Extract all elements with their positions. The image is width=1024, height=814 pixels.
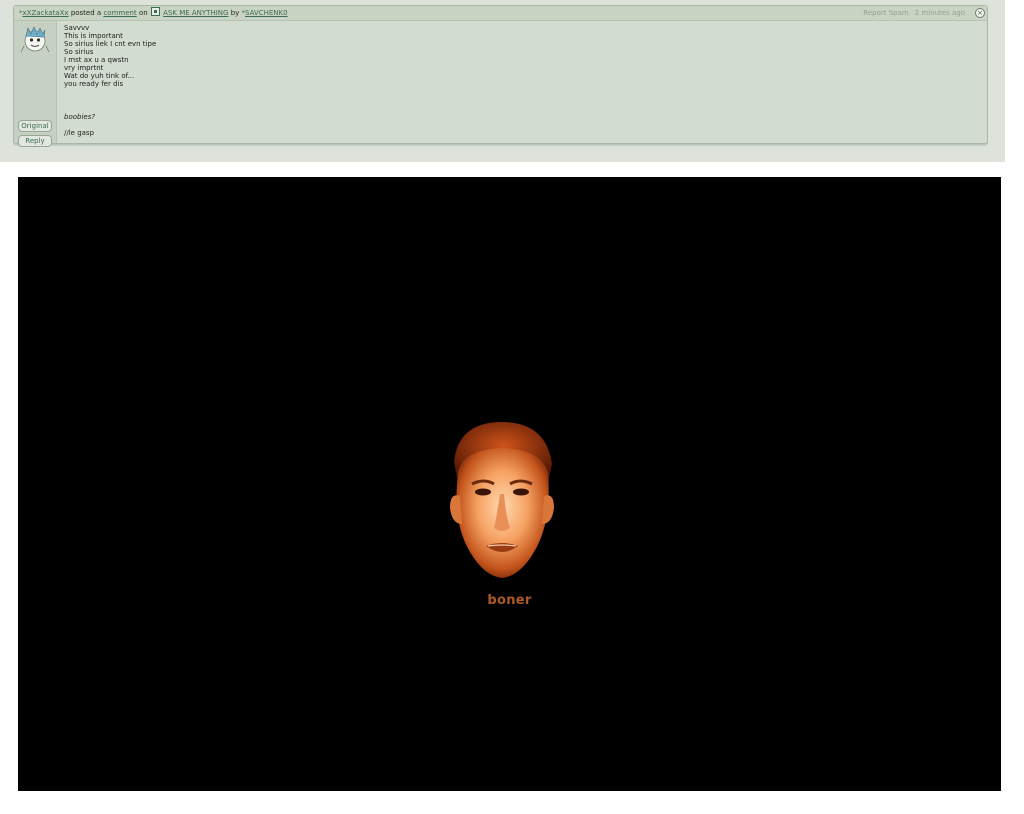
owner-link[interactable]: SAVCHENK0 bbox=[245, 9, 288, 17]
reply-button[interactable]: Reply bbox=[18, 135, 52, 147]
comment-box: *xXZackataXx posted a comment on ASK ME … bbox=[13, 5, 988, 147]
deviation-icon[interactable] bbox=[150, 7, 160, 16]
comment-body: Savvvv This is important So sirius liek … bbox=[64, 24, 157, 88]
comment-link[interactable]: comment bbox=[103, 9, 136, 17]
reply-text: //le gasp bbox=[64, 129, 95, 137]
close-icon[interactable]: × bbox=[975, 8, 985, 18]
author-link[interactable]: xXZackataXx bbox=[23, 9, 69, 17]
report-spam-link[interactable]: Report Spam bbox=[863, 9, 908, 17]
on-text: on bbox=[138, 9, 148, 17]
deviation-link[interactable]: ASK ME ANYTHING bbox=[163, 9, 228, 17]
face-image bbox=[450, 422, 554, 578]
comment-header: *xXZackataXx posted a comment on ASK ME … bbox=[14, 6, 987, 21]
avatar[interactable] bbox=[20, 24, 50, 54]
image-caption: boner bbox=[487, 593, 532, 608]
posted-a-text: posted a bbox=[70, 9, 102, 17]
original-button[interactable]: Original bbox=[18, 120, 52, 132]
embedded-image: boner bbox=[18, 177, 1001, 791]
quoted-text: boobies? bbox=[64, 113, 96, 121]
by-text: by bbox=[230, 9, 240, 17]
comment-meta: Report Spam 2 minutes ago bbox=[863, 6, 965, 20]
comment-byline: *xXZackataXx posted a comment on ASK ME … bbox=[19, 6, 288, 20]
timestamp: 2 minutes ago bbox=[914, 9, 965, 17]
comment-section: *xXZackataXx posted a comment on ASK ME … bbox=[0, 0, 1005, 162]
comment-sidebar: Original Reply bbox=[14, 21, 57, 147]
page: *xXZackataXx posted a comment on ASK ME … bbox=[0, 0, 1024, 814]
